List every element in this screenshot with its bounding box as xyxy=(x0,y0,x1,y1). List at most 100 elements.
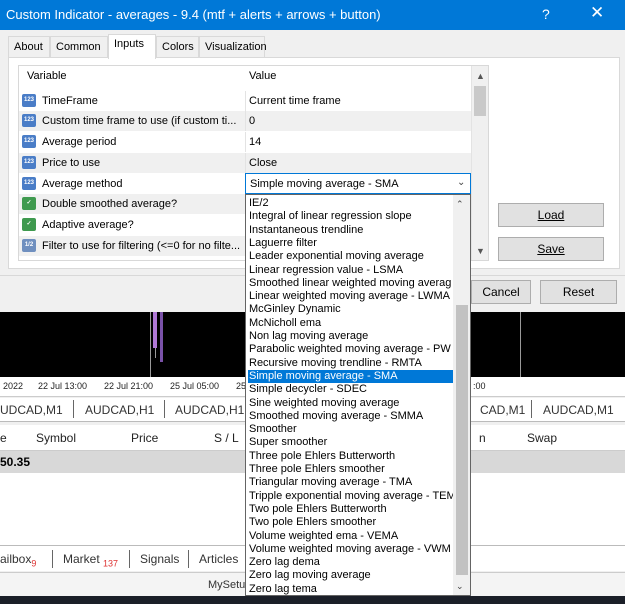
tab-separator xyxy=(164,400,165,418)
load-button[interactable]: Load xyxy=(498,203,604,227)
dropdown-option[interactable]: Three pole Ehlers Butterworth xyxy=(248,450,454,463)
grid-row[interactable]: 123 TimeFrame Current time frame xyxy=(19,91,471,111)
dropdown-option[interactable]: Volume weighted moving average - VWM xyxy=(248,543,454,556)
save-button-label: Save xyxy=(537,242,565,256)
tab-separator xyxy=(52,550,53,568)
column-divider xyxy=(245,111,246,131)
column-header[interactable]: Swap xyxy=(527,431,557,445)
dropdown-option[interactable]: Smoothed moving average - SMMA xyxy=(248,410,454,423)
grid-row[interactable]: 123 Average period 14 xyxy=(19,132,471,152)
scroll-down-icon[interactable]: ▼ xyxy=(476,246,485,256)
fraction-icon: 1/2 xyxy=(22,239,36,252)
dropdown-option[interactable]: Simple moving average - SMA xyxy=(248,369,454,383)
symbol-tab[interactable]: AUDCAD,M1 xyxy=(543,403,614,417)
symbol-tab[interactable]: UDCAD,M1 xyxy=(0,403,63,417)
dropdown-option[interactable]: Integral of linear regression slope xyxy=(248,210,454,223)
column-header[interactable]: n xyxy=(479,431,486,445)
variable-name: Double smoothed average? xyxy=(42,198,178,210)
time-tick: 25 Jul 05:00 xyxy=(170,381,220,391)
dropdown-option[interactable]: Non lag moving average xyxy=(248,330,454,343)
dropdown-option[interactable]: Volume weighted ema - VEMA xyxy=(248,530,454,543)
tab-separator xyxy=(129,550,130,568)
tab-market[interactable]: Market 137 xyxy=(63,552,118,568)
variable-name: Adaptive average? xyxy=(42,219,134,231)
dropdown-option[interactable]: Two pole Ehlers smoother xyxy=(248,516,454,529)
dropdown-option[interactable]: Zero lag tema xyxy=(248,583,454,595)
help-icon[interactable]: ? xyxy=(542,6,550,22)
dialog-titlebar[interactable]: Custom Indicator - averages - 9.4 (mtf +… xyxy=(0,0,625,30)
dropdown-option[interactable]: Triangular moving average - TMA xyxy=(248,476,454,489)
dropdown-option[interactable]: Sine weighted moving average xyxy=(248,397,454,410)
variable-value[interactable]: Current time frame xyxy=(249,95,341,107)
grid-scroll-thumb[interactable] xyxy=(474,86,486,116)
tab-about[interactable]: About xyxy=(8,36,50,58)
dropdown-option[interactable]: Simple decycler - SDEC xyxy=(248,383,454,396)
tab-inputs[interactable]: Inputs xyxy=(108,34,156,59)
time-tick: :00 xyxy=(473,381,486,391)
grid-row[interactable]: 123 Price to use Close xyxy=(19,153,471,173)
dropdown-option[interactable]: McNicholl ema xyxy=(248,317,454,330)
tab-colors[interactable]: Colors xyxy=(156,36,199,58)
dropdown-scroll-thumb[interactable] xyxy=(456,305,468,575)
dropdown-option[interactable]: McGinley Dynamic xyxy=(248,303,454,316)
tab-articles[interactable]: Articles xyxy=(199,552,238,566)
dropdown-option[interactable]: Linear regression value - LSMA xyxy=(248,264,454,277)
time-tick: 22 Jul 21:00 xyxy=(104,381,154,391)
chart-separator xyxy=(150,312,151,377)
symbol-tab[interactable]: AUDCAD,H1 xyxy=(85,403,154,417)
dropdown-option[interactable]: Linear weighted moving average - LWMA xyxy=(248,290,454,303)
dropdown-option[interactable]: Smoothed linear weighted moving averag xyxy=(248,277,454,290)
cancel-button[interactable]: Cancel xyxy=(471,280,531,304)
tab-visualization[interactable]: Visualization xyxy=(199,36,267,58)
variable-value[interactable]: Close xyxy=(249,157,277,169)
load-button-label: Load xyxy=(537,208,565,222)
select-value: Simple moving average - SMA xyxy=(250,178,399,190)
dropdown-option[interactable]: Super smoother xyxy=(248,436,454,449)
dropdown-option[interactable]: Zero lag dema xyxy=(248,556,454,569)
column-header[interactable]: e xyxy=(0,431,7,445)
balance-value: 50.35 xyxy=(0,455,31,469)
average-method-select[interactable]: Simple moving average - SMA ⌄ xyxy=(245,173,471,194)
tab-signals[interactable]: Signals xyxy=(140,552,179,566)
chart-candle xyxy=(153,312,157,348)
column-header[interactable]: Symbol xyxy=(36,431,76,445)
time-tick: 2022 xyxy=(3,381,24,391)
value-column-header[interactable]: Value xyxy=(249,70,276,82)
chart-candle xyxy=(160,312,163,362)
column-header[interactable]: S / L xyxy=(214,431,239,445)
variable-column-header[interactable]: Variable xyxy=(27,70,227,82)
column-header[interactable]: Price xyxy=(131,431,158,445)
dropdown-option[interactable]: Three pole Ehlers smoother xyxy=(248,463,454,476)
tab-common[interactable]: Common xyxy=(50,36,108,58)
os-taskbar xyxy=(0,596,625,604)
dropdown-option[interactable]: Recursive moving trendline - RMTA xyxy=(248,357,454,370)
dropdown-option[interactable]: Parabolic weighted moving average - PW xyxy=(248,343,454,356)
dropdown-option[interactable]: Leader exponential moving average xyxy=(248,250,454,263)
close-icon[interactable]: ✕ xyxy=(590,3,604,23)
scroll-down-icon[interactable]: ⌄ xyxy=(456,581,464,592)
average-method-dropdown[interactable]: IE/2 Integral of linear regression slope I… xyxy=(245,194,471,596)
reset-button[interactable]: Reset xyxy=(540,280,617,304)
chevron-down-icon[interactable]: ⌄ xyxy=(457,177,465,188)
variable-name: Average method xyxy=(42,178,123,190)
dropdown-option[interactable]: Two pole Ehlers Butterworth xyxy=(248,503,454,516)
scroll-up-icon[interactable]: ⌃ xyxy=(456,199,464,210)
dropdown-option[interactable]: Tripple exponential moving average - TEM xyxy=(248,490,454,503)
scroll-up-icon[interactable]: ▲ xyxy=(476,71,485,81)
dropdown-option[interactable]: Smoother xyxy=(248,423,454,436)
status-text: MySetu xyxy=(208,579,246,591)
symbol-tab[interactable]: CAD,M1 xyxy=(480,403,525,417)
dropdown-option[interactable]: Zero lag moving average xyxy=(248,569,454,582)
grid-row[interactable]: 123 Custom time frame to use (if custom … xyxy=(19,111,471,131)
symbol-tab[interactable]: AUDCAD,H1 xyxy=(175,403,244,417)
dropdown-option[interactable]: IE/2 xyxy=(248,197,454,210)
save-button[interactable]: Save xyxy=(498,237,604,261)
chart-wick xyxy=(155,348,156,358)
reset-button-label: Reset xyxy=(562,285,595,299)
tab-mailbox[interactable]: ailbox9 xyxy=(0,552,36,568)
variable-value[interactable]: 14 xyxy=(249,136,261,148)
variable-value[interactable]: 0 xyxy=(249,115,255,127)
dropdown-option[interactable]: Laguerre filter xyxy=(248,237,454,250)
integer-icon: 123 xyxy=(22,114,36,127)
dropdown-option[interactable]: Instantaneous trendline xyxy=(248,224,454,237)
